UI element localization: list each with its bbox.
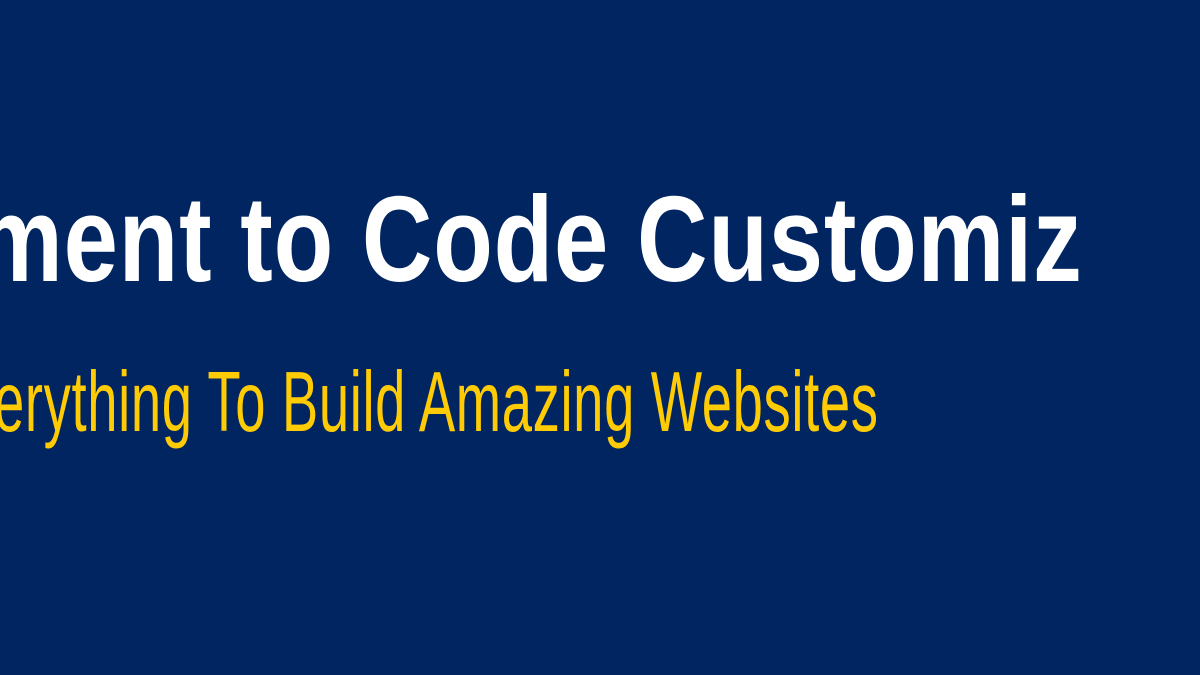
banner-subline: erything To Build Amazing Websites [0, 355, 879, 450]
banner-headline: ment to Code Customiz [0, 171, 1083, 307]
banner: ment to Code Customiz erything To Build … [0, 0, 1200, 675]
